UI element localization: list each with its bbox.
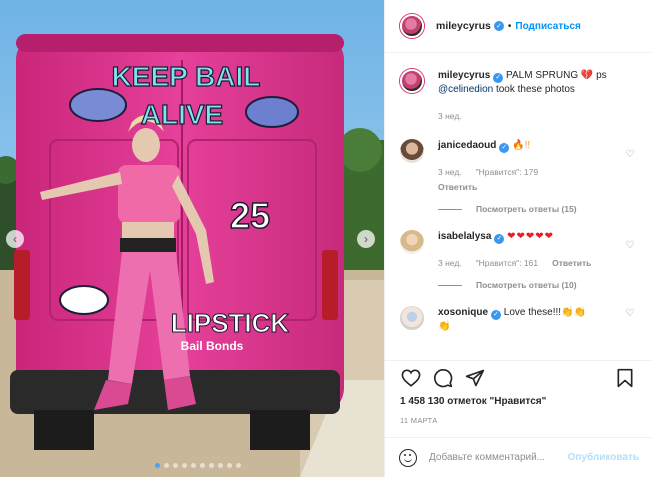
list-item: janicedaoud ✓ 🔥!! 3 нед. "Нравится": 179 … bbox=[400, 139, 636, 194]
carousel-dot bbox=[182, 463, 187, 468]
post-header: mileycyrus ✓ • Подписаться bbox=[385, 0, 651, 53]
comment-button[interactable] bbox=[432, 367, 454, 389]
post-caption: mileycyrus ✓ PALM SPRUNG 💔 ps @celinedion… bbox=[400, 69, 636, 123]
like-button[interactable] bbox=[400, 367, 422, 389]
comment-time[interactable]: 3 нед. bbox=[438, 165, 462, 179]
avatar[interactable] bbox=[400, 14, 424, 38]
comment-username[interactable]: xosonique bbox=[438, 307, 488, 318]
view-replies-button[interactable]: Посмотреть ответы (15) bbox=[438, 204, 636, 214]
list-item: xosonique ✓ Love these!!!👏👏 👏 ♡ bbox=[400, 306, 636, 334]
verified-badge-icon: ✓ bbox=[493, 73, 504, 83]
van-number: 25 bbox=[230, 195, 270, 236]
comment-like-heart-icon[interactable]: ♡ bbox=[624, 308, 636, 334]
likes-count[interactable]: 1 458 130 отметок "Нравится" bbox=[385, 395, 651, 409]
verified-badge-icon: ✓ bbox=[491, 310, 502, 320]
comments-list[interactable]: mileycyrus ✓ PALM SPRUNG 💔 ps @celinedion… bbox=[385, 53, 651, 360]
carousel-dot bbox=[173, 463, 178, 468]
comment-username[interactable]: isabelalysa bbox=[438, 231, 491, 242]
reply-button[interactable]: Ответить bbox=[438, 180, 477, 194]
post-comment-button[interactable]: Опубликовать bbox=[568, 452, 639, 463]
comment-like-heart-icon[interactable]: ♡ bbox=[624, 240, 636, 270]
van-text-top: KEEP BAIL bbox=[112, 61, 261, 92]
header-bullet: • bbox=[507, 20, 512, 32]
verified-badge-icon: ✓ bbox=[494, 234, 505, 244]
post-date[interactable]: 11 МАРТА bbox=[385, 416, 651, 425]
view-replies-label: Посмотреть ответы (15) bbox=[476, 204, 577, 214]
post-photo[interactable]: KEEP BAIL ALIVE 25 LIPSTICK Bail Bonds ‹… bbox=[0, 0, 384, 477]
carousel-dot bbox=[200, 463, 205, 468]
divider-line bbox=[438, 284, 462, 286]
verified-badge-icon: ✓ bbox=[499, 143, 510, 153]
header-username[interactable]: mileycyrus bbox=[436, 20, 491, 32]
van-brand: LIPSTICK bbox=[171, 308, 290, 338]
comment-input[interactable] bbox=[429, 452, 568, 463]
comment-likes[interactable]: "Нравится": 179 bbox=[476, 165, 538, 179]
comment-text: Love these!!!👏👏 bbox=[503, 307, 586, 318]
emoji-smile-icon[interactable] bbox=[399, 448, 417, 467]
photo-illustration: KEEP BAIL ALIVE 25 LIPSTICK Bail Bonds bbox=[0, 0, 384, 477]
comment-username[interactable]: janicedaoud bbox=[438, 140, 496, 151]
caption-text: PALM SPRUNG 💔 ps bbox=[506, 70, 607, 81]
comment-meta: 3 нед. "Нравится": 161 Ответить bbox=[438, 256, 624, 270]
photo-next-button[interactable]: › bbox=[357, 230, 375, 248]
bookmark-icon bbox=[617, 368, 633, 387]
post-actions-bar bbox=[385, 360, 651, 394]
view-replies-button[interactable]: Посмотреть ответы (10) bbox=[438, 280, 636, 290]
carousel-dot bbox=[209, 463, 214, 468]
list-item: isabelalysa ✓ ❤❤❤❤❤ 3 нед. "Нравится": 16… bbox=[400, 230, 636, 270]
verified-badge-icon: ✓ bbox=[493, 21, 504, 31]
comment-text-continued: 👏 bbox=[438, 321, 451, 332]
comment-time[interactable]: 3 нед. bbox=[438, 256, 462, 270]
heart-icon bbox=[401, 368, 421, 387]
comment-likes[interactable]: "Нравится": 161 bbox=[476, 256, 538, 270]
van-text-bottom: ALIVE bbox=[141, 99, 223, 130]
add-comment-bar: Опубликовать bbox=[385, 437, 651, 477]
paper-plane-icon bbox=[465, 369, 485, 386]
avatar[interactable] bbox=[400, 230, 424, 254]
save-button[interactable] bbox=[614, 367, 636, 389]
comment-text: ❤❤❤❤❤ bbox=[507, 231, 555, 242]
follow-button[interactable]: Подписаться bbox=[515, 21, 580, 32]
avatar[interactable] bbox=[400, 139, 424, 163]
van-brand-sub: Bail Bonds bbox=[181, 339, 244, 353]
comment-like-heart-icon[interactable]: ♡ bbox=[624, 149, 636, 194]
caption-body: mileycyrus ✓ PALM SPRUNG 💔 ps @celinedion… bbox=[438, 69, 636, 123]
comment-text: 🔥!! bbox=[512, 140, 531, 151]
caption-time[interactable]: 3 нед. bbox=[438, 109, 462, 123]
carousel-dot bbox=[164, 463, 169, 468]
reply-button[interactable]: Ответить bbox=[552, 256, 591, 270]
carousel-dots bbox=[155, 463, 241, 468]
carousel-dot bbox=[218, 463, 223, 468]
photo-prev-button[interactable]: ‹ bbox=[6, 230, 24, 248]
comment-body: isabelalysa ✓ ❤❤❤❤❤ 3 нед. "Нравится": 16… bbox=[438, 230, 624, 270]
avatar[interactable] bbox=[400, 69, 424, 93]
comment-bubble-icon bbox=[434, 368, 453, 387]
comment-body: janicedaoud ✓ 🔥!! 3 нед. "Нравится": 179 … bbox=[438, 139, 624, 194]
caption-text-after: took these photos bbox=[495, 84, 575, 95]
caption-username[interactable]: mileycyrus bbox=[438, 70, 490, 81]
comment-body: xosonique ✓ Love these!!!👏👏 👏 bbox=[438, 306, 624, 334]
view-replies-label: Посмотреть ответы (10) bbox=[476, 280, 577, 290]
share-button[interactable] bbox=[464, 367, 486, 389]
carousel-dot bbox=[191, 463, 196, 468]
post-side-panel: mileycyrus ✓ • Подписаться mileycyrus ✓ P… bbox=[384, 0, 651, 477]
caption-mention[interactable]: @celinedion bbox=[438, 84, 493, 95]
carousel-dot bbox=[227, 463, 232, 468]
avatar[interactable] bbox=[400, 306, 424, 330]
divider-line bbox=[438, 208, 462, 210]
caption-meta: 3 нед. bbox=[438, 109, 636, 123]
comment-meta: 3 нед. "Нравится": 179 bbox=[438, 165, 624, 179]
carousel-dot bbox=[236, 463, 241, 468]
carousel-dot bbox=[155, 463, 160, 468]
comment-actions: Ответить bbox=[438, 180, 624, 194]
